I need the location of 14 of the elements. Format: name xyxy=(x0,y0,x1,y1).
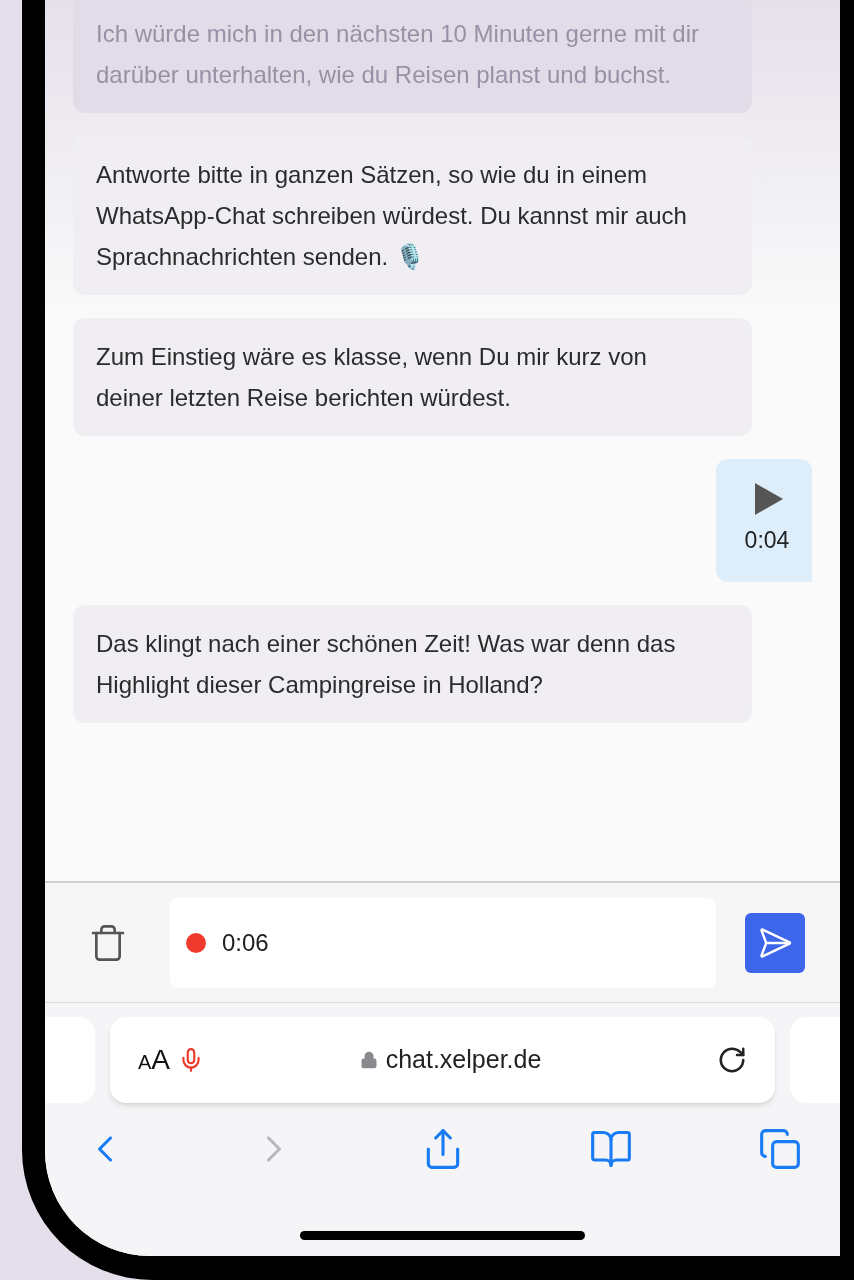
reload-icon[interactable] xyxy=(717,1045,747,1075)
voice-duration: 0:04 xyxy=(744,526,790,556)
send-button[interactable] xyxy=(745,912,805,973)
voice-message[interactable]: 0:04 xyxy=(716,459,812,582)
message-bubble: Das klingt nach einer schönen Zeit! Was war denn das Highlight dieser Campingreise in Holland? xyxy=(73,605,752,723)
lock-icon xyxy=(359,1051,378,1069)
recording-time: 0:06 xyxy=(222,927,269,958)
message-bubble: Zum Einstieg wäre es klasse, wenn Du mir kurz von deiner letzten Reise berichten würdest. xyxy=(73,318,752,436)
text-size-button[interactable]: AA xyxy=(138,1039,171,1081)
address-bar[interactable]: AA chat.xelper.de xyxy=(110,1017,775,1103)
play-icon[interactable] xyxy=(755,483,783,516)
recording-field[interactable]: 0:06 xyxy=(170,897,716,988)
message-bubble: Ich würde mich in den nächsten 10 Minuten gerne mit dir darüber unterhalten, wie du Reisen planst und buchst. xyxy=(73,0,752,113)
url-text[interactable]: chat.xelper.de xyxy=(385,1041,542,1079)
